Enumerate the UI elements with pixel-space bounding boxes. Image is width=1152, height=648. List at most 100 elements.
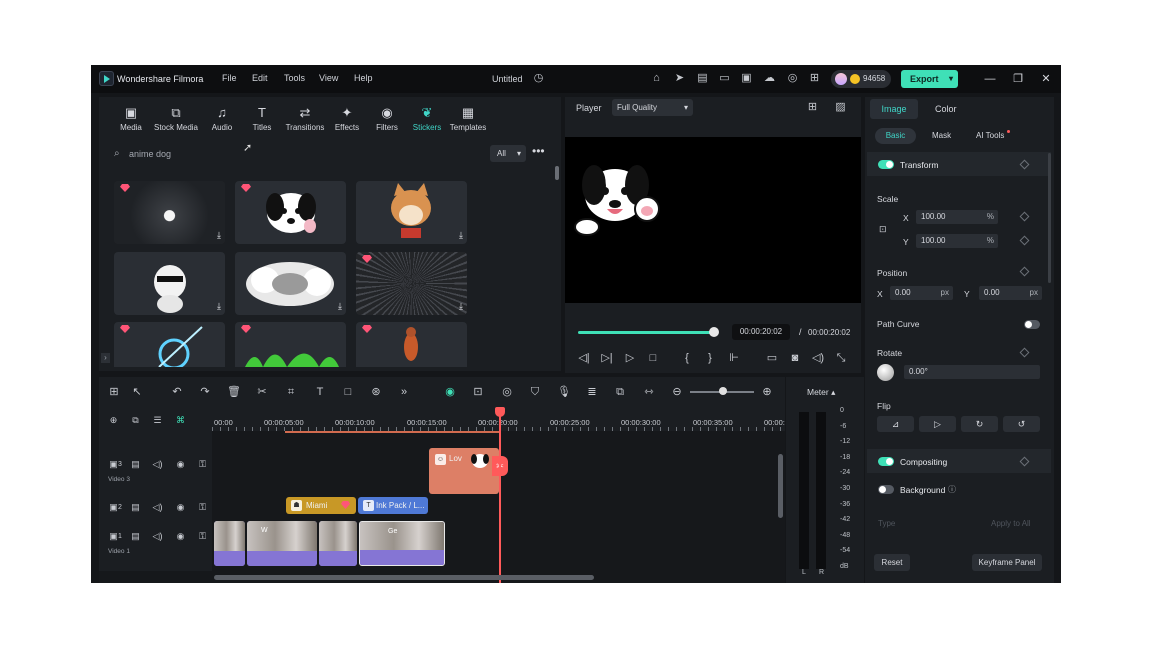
save-icon[interactable]: ▣ — [740, 72, 753, 85]
mute-icon[interactable]: ◁) — [152, 459, 163, 470]
lock-aspect-icon[interactable]: ⊡ — [879, 224, 887, 235]
search-box[interactable]: ⌕ anime dog — [109, 145, 487, 163]
cloud-upload-icon[interactable]: ☁ — [763, 72, 776, 85]
stop-icon[interactable]: □ — [646, 351, 660, 365]
zoom-out-icon[interactable]: ⊖ — [670, 385, 684, 399]
redo-icon[interactable]: ↷ — [198, 385, 212, 399]
render-icon[interactable]: ⊡ — [471, 385, 485, 399]
menu-help[interactable]: Help — [354, 73, 373, 83]
split-scissors-icon[interactable]: ✂ — [255, 385, 269, 399]
scale-y-field[interactable]: 100.00% — [916, 234, 998, 248]
eye-icon[interactable]: ◉ — [175, 502, 186, 513]
zoom-slider-knob[interactable] — [719, 387, 727, 395]
play-icon[interactable]: ▷ — [623, 351, 637, 365]
more-options-icon[interactable]: ••• — [532, 144, 545, 158]
menu-view[interactable]: View — [319, 73, 338, 83]
microphone-icon[interactable]: 🎙 — [557, 385, 571, 399]
volume-icon[interactable]: ◁) — [811, 351, 825, 365]
mark-out-icon[interactable]: } — [703, 351, 717, 365]
flip-horizontal-icon[interactable]: ▷ — [919, 416, 956, 432]
text-tool-icon[interactable]: T — [313, 385, 327, 399]
shield-icon[interactable]: ⛉ — [528, 385, 542, 399]
position-x-field[interactable]: 0.00 px — [890, 286, 953, 300]
sticker-thumb[interactable] — [114, 322, 225, 367]
path-curve-toggle[interactable] — [1024, 320, 1040, 329]
fit-timeline-icon[interactable]: ⇿ — [642, 385, 656, 399]
title-clip-ink-pack[interactable]: T Ink Pack / L... — [358, 497, 428, 514]
position-y-field[interactable]: 0.00 px — [979, 286, 1042, 300]
eye-icon[interactable]: ◉ — [175, 531, 186, 542]
prev-frame-icon[interactable]: ◁| — [577, 351, 591, 365]
ai-toggle-icon[interactable]: ◉ — [443, 385, 457, 399]
work-area-range[interactable] — [285, 431, 500, 433]
sticker-thumb[interactable] — [356, 322, 467, 367]
transform-tool-icon[interactable]: □ — [341, 385, 355, 399]
eye-icon[interactable]: ◉ — [175, 459, 186, 470]
video-clip[interactable] — [214, 521, 245, 566]
headset-icon[interactable]: ◎ — [786, 72, 799, 85]
camera-snapshot-icon[interactable]: ◙ — [788, 351, 802, 365]
color-tool-icon[interactable]: ⊛ — [369, 385, 383, 399]
playhead-handle[interactable] — [495, 407, 505, 417]
media-scrollbar[interactable] — [555, 166, 559, 180]
playhead[interactable] — [499, 409, 501, 583]
folder-icon[interactable]: ▤ — [130, 502, 141, 513]
folder-icon[interactable]: ▤ — [130, 459, 141, 470]
sticker-clip-love[interactable]: ☺ Lov — [429, 448, 499, 494]
meter-title[interactable]: Meter ▴ — [807, 387, 835, 398]
sticker-thumb[interactable]: ⤓ — [114, 181, 225, 244]
keyframe-panel-button[interactable]: Keyframe Panel — [972, 554, 1042, 571]
tab-media[interactable]: ▣ Media — [106, 106, 156, 133]
title-clip-miami[interactable]: ☗ Miami — [286, 497, 356, 514]
crop-icon[interactable]: ⌗ — [284, 385, 298, 399]
display-icon[interactable]: ▭ — [765, 351, 779, 365]
account-coins[interactable]: 94658 — [831, 70, 891, 88]
restore-icon[interactable]: ❐ — [1011, 72, 1025, 86]
timeline-vertical-scrollbar[interactable] — [778, 454, 783, 518]
menu-file[interactable]: File — [222, 73, 237, 83]
preview-canvas[interactable] — [565, 137, 861, 303]
help-icon[interactable]: ⓘ — [948, 484, 956, 495]
close-icon[interactable]: ✕ — [1039, 72, 1053, 86]
video-clip[interactable]: W — [247, 521, 317, 566]
lock-icon[interactable]: ⚿ — [197, 459, 208, 470]
sticker-thumb[interactable]: ⤓ — [356, 181, 467, 244]
quality-dropdown[interactable]: Full Quality ▾ — [612, 99, 693, 116]
track-manager-icon[interactable]: ☰ — [152, 415, 163, 426]
sticker-thumb[interactable] — [235, 322, 346, 367]
apply-to-all-button[interactable]: Apply to All — [991, 519, 1031, 528]
compositing-toggle[interactable] — [878, 457, 894, 466]
tab-image[interactable]: Image — [870, 99, 918, 119]
rotate-left-icon[interactable]: ↺ — [1003, 416, 1040, 432]
properties-scrollbar[interactable] — [1048, 153, 1051, 283]
video-clip[interactable] — [319, 521, 357, 566]
sticker-thumb[interactable] — [235, 181, 346, 244]
link-icon[interactable]: ⧉ — [130, 415, 141, 426]
minimize-icon[interactable]: — — [983, 72, 997, 86]
undo-icon[interactable]: ↶ — [170, 385, 184, 399]
tab-templates[interactable]: ▦ Templates — [443, 106, 493, 133]
audio-mix-icon[interactable]: ≣ — [585, 385, 599, 399]
mute-icon[interactable]: ◁) — [152, 502, 163, 513]
timeline-horizontal-scrollbar[interactable] — [214, 575, 594, 580]
menu-tools[interactable]: Tools — [284, 73, 305, 83]
rotate-field[interactable]: 0.00° — [904, 365, 1040, 379]
gift-icon[interactable]: ⌂ — [650, 72, 663, 85]
search-input[interactable]: anime dog — [129, 149, 171, 159]
snap-icon[interactable]: ⌘ — [175, 415, 186, 426]
notes-icon[interactable]: ▤ — [696, 72, 709, 85]
play-reverse-icon[interactable]: ▷| — [600, 351, 614, 365]
grid-view-icon[interactable]: ⊞ — [806, 101, 819, 114]
insert-options-icon[interactable]: ⊩ — [727, 351, 741, 365]
sticker-thumb[interactable]: ⤓ — [114, 252, 225, 315]
layout-icon[interactable]: ▭ — [718, 72, 731, 85]
export-button[interactable]: Export ▾ — [901, 70, 958, 88]
playback-progress[interactable] — [578, 331, 714, 334]
delete-icon[interactable]: 🗑 — [227, 385, 241, 399]
apps-grid-icon[interactable]: ⊞ — [808, 72, 821, 85]
send-icon[interactable]: ➤ — [673, 72, 686, 85]
progress-knob[interactable] — [709, 327, 719, 337]
subtab-basic[interactable]: Basic — [875, 128, 916, 144]
chevron-right-icon[interactable]: › — [101, 353, 110, 363]
add-track-icon[interactable]: ⊕ — [108, 415, 119, 426]
